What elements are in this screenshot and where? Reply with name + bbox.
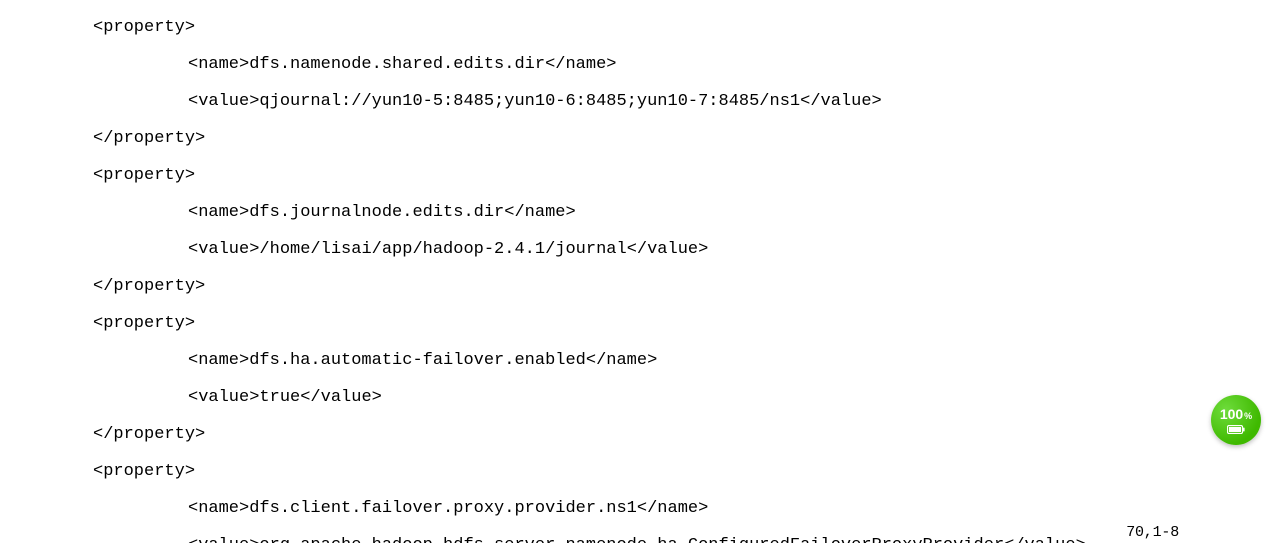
battery-icon [1227,425,1245,434]
xml-line: <name>dfs.ha.automatic-failover.enabled<… [0,352,1275,371]
property-open-tag: <property> [93,314,195,333]
xml-line: <name>dfs.journalnode.edits.dir</name> [0,204,1275,223]
property-close-tag: </property> [93,277,205,296]
property-open-tag: <property> [93,462,195,481]
xml-line: <property> [0,167,1275,186]
value-close-tag: </value> [1004,536,1086,543]
editor-status-position: 70,1-8 [1126,524,1179,543]
property-name: dfs.journalnode.edits.dir [249,203,504,222]
xml-line: <value>/home/lisai/app/hadoop-2.4.1/jour… [0,241,1275,260]
xml-line: <value>org.apache.hadoop.hdfs.server.nam… [0,537,1275,543]
xml-line: <property> [0,463,1275,482]
value-open-tag: <value> [188,536,259,543]
name-open-tag: <name> [188,351,249,370]
xml-line: </property> [0,426,1275,445]
xml-line: <property> [0,19,1275,38]
property-close-tag: </property> [93,425,205,444]
xml-line: <value>true</value> [0,389,1275,408]
xml-line: <property> [0,315,1275,334]
value-close-tag: </value> [800,92,882,111]
xml-line: </property> [0,130,1275,149]
property-value: /home/lisai/app/hadoop-2.4.1/journal [259,240,626,259]
name-close-tag: </name> [586,351,657,370]
value-close-tag: </value> [300,388,382,407]
name-close-tag: </name> [637,499,708,518]
property-value: true [259,388,300,407]
xml-line: <name>dfs.namenode.shared.edits.dir</nam… [0,56,1275,75]
battery-status-badge[interactable]: 100% [1211,395,1261,445]
name-close-tag: </name> [545,55,616,74]
battery-percent-value: 100 [1220,407,1243,421]
value-close-tag: </value> [627,240,709,259]
text-editor-viewport[interactable]: <property> <name>dfs.namenode.shared.edi… [0,0,1275,543]
cursor-position-text: 70,1-8 [1126,524,1179,541]
property-name: dfs.ha.automatic-failover.enabled [249,351,586,370]
value-open-tag: <value> [188,240,259,259]
xml-line: <value>qjournal://yun10-5:8485;yun10-6:8… [0,93,1275,112]
xml-line: </property> [0,278,1275,297]
battery-percent: 100% [1220,407,1252,423]
xml-line: <name>dfs.client.failover.proxy.provider… [0,500,1275,519]
name-open-tag: <name> [188,499,249,518]
property-open-tag: <property> [93,18,195,37]
property-value: org.apache.hadoop.hdfs.server.namenode.h… [259,536,1004,543]
property-open-tag: <property> [93,166,195,185]
property-name: dfs.client.failover.proxy.provider.ns1 [249,499,637,518]
value-open-tag: <value> [188,388,259,407]
property-close-tag: </property> [93,129,205,148]
percent-sign: % [1244,409,1252,423]
property-value: qjournal://yun10-5:8485;yun10-6:8485;yun… [259,92,800,111]
name-close-tag: </name> [504,203,575,222]
property-name: dfs.namenode.shared.edits.dir [249,55,545,74]
name-open-tag: <name> [188,203,249,222]
name-open-tag: <name> [188,55,249,74]
value-open-tag: <value> [188,92,259,111]
